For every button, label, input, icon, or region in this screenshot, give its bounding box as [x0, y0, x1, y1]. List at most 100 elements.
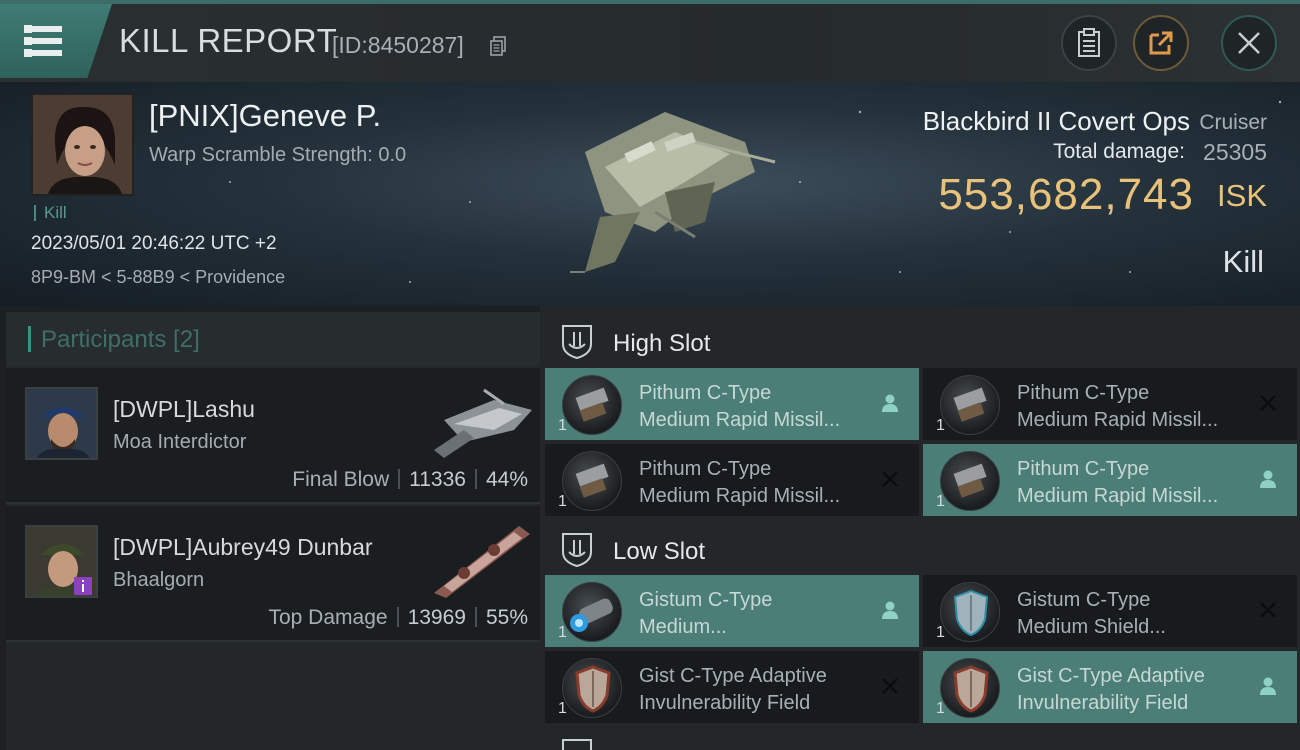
close-icon: [1238, 32, 1260, 54]
module-name: Gistum C-Type Medium Shield...: [1017, 587, 1166, 641]
participant-ship-image: [434, 388, 532, 458]
module-quantity: 1: [936, 417, 945, 434]
pilot-icon: [879, 392, 901, 414]
module-name-line1: Gist C-Type Adaptive: [639, 665, 827, 687]
isk-value: 553,682,743: [938, 170, 1194, 219]
participant-damage: 11336: [409, 468, 466, 491]
module-quantity: 1: [558, 700, 567, 717]
module-item[interactable]: 1 Gistum C-Type Medium Shield...: [923, 575, 1297, 647]
module-name: Gist C-Type Adaptive Invulnerability Fie…: [639, 663, 827, 717]
participant-stats: Final Blow 11336 44%: [292, 468, 528, 492]
module-quantity: 1: [558, 417, 567, 434]
high-slot-icon: [562, 325, 592, 360]
module-item[interactable]: 1 Gistum C-Type Medium...: [545, 575, 919, 647]
participant-percent: 44%: [485, 468, 528, 491]
participant-percent: 55%: [485, 606, 528, 629]
module-quantity: 1: [936, 493, 945, 510]
module-name-line1: Gistum C-Type: [639, 589, 773, 611]
kill-datetime: 2023/05/01 20:46:22 UTC +2: [31, 233, 277, 254]
pilot-icon: [879, 599, 901, 621]
participants-header: Participants [2]: [6, 312, 540, 366]
ship-image: [570, 112, 776, 273]
participant-name[interactable]: [DWPL]Lashu: [113, 396, 255, 423]
share-icon: [1149, 31, 1173, 55]
menu-icon-bar: [24, 49, 62, 57]
participant-stats: Top Damage 13969 55%: [268, 606, 528, 630]
module-item[interactable]: 1 Pithum C-Type Medium Rapid Missil...: [545, 444, 919, 516]
module-name: Pithum C-Type Medium Rapid Missil...: [639, 456, 840, 510]
header-accent: [28, 326, 31, 352]
module-name-line2: Medium...: [639, 616, 727, 638]
module-name-line2: Medium Shield...: [1017, 616, 1166, 638]
participant-portrait: [27, 389, 96, 458]
module-quantity: 1: [936, 700, 945, 717]
victim-summary: [PNIX]Geneve P. Warp Scramble Strength: …: [0, 82, 1300, 306]
low-slot-title: Low Slot: [613, 538, 706, 565]
module-item[interactable]: 1 Pithum C-Type Medium Rapid Missil...: [923, 368, 1297, 440]
kill-tag: Kill: [34, 204, 67, 221]
participant-ship: Moa Interdictor: [113, 431, 247, 453]
module-item[interactable]: 1 Pithum C-Type Medium Rapid Missil...: [923, 444, 1297, 516]
module-name-line1: Gistum C-Type: [1017, 589, 1151, 611]
share-button[interactable]: [1133, 15, 1189, 71]
top-bar: KILL REPORT [ID:8450287]: [0, 0, 1300, 82]
module-name: Pithum C-Type Medium Rapid Missil...: [1017, 380, 1218, 434]
clipboard-button[interactable]: [1061, 15, 1117, 71]
page-title: KILL REPORT: [119, 22, 338, 59]
destroyed-icon: [1257, 392, 1279, 414]
warp-scramble-strength: Warp Scramble Strength: 0.0: [149, 144, 407, 166]
participant-row[interactable]: [DWPL]Lashu Moa Interdictor Final Blow 11…: [6, 368, 540, 504]
ship-class: Cruiser: [1199, 111, 1267, 134]
menu-icon: [24, 25, 62, 33]
module-quantity: 1: [936, 624, 945, 641]
module-name-line2: Invulnerability Field: [639, 692, 811, 714]
module-name-line1: Gist C-Type Adaptive: [1017, 665, 1205, 687]
participant-row[interactable]: [DWPL]Aubrey49 Dunbar Bhaalgorn Top Dama…: [6, 506, 540, 642]
kill-location[interactable]: 8P9-BM < 5-88B9 < Providence: [31, 267, 285, 288]
participant-ship-image: [434, 526, 530, 598]
module-item[interactable]: 1 Gist C-Type Adaptive Invulnerability F…: [545, 651, 919, 723]
shield-extender-icon: [940, 582, 1000, 642]
module-name: Pithum C-Type Medium Rapid Missil...: [639, 380, 840, 434]
victim-portrait[interactable]: [31, 93, 134, 196]
module-quantity: 1: [558, 493, 567, 510]
module-name-line2: Medium Rapid Missil...: [1017, 485, 1219, 507]
invulnerability-field-icon: [562, 658, 622, 718]
shield-booster-icon: [562, 582, 622, 642]
participant-ship: Bhaalgorn: [113, 569, 205, 591]
fitting-panel: High Slot 1 Pithum C-Type Medium Rapid M…: [540, 306, 1300, 750]
high-slot-title: High Slot: [613, 330, 711, 357]
participants-panel: Participants [2] [DWPL]Lashu Moa Interdi…: [6, 312, 540, 750]
module-name: Gistum C-Type Medium...: [639, 587, 772, 641]
mid-slot-header: [540, 730, 1300, 750]
module-name-line2: Invulnerability Field: [1017, 692, 1189, 714]
launcher-icon: [940, 375, 1000, 435]
participant-role: Final Blow: [292, 468, 390, 491]
report-id: [ID:8450287]: [332, 32, 464, 58]
module-item[interactable]: 1 Pithum C-Type Medium Rapid Missil...: [545, 368, 919, 440]
participant-role: Top Damage: [268, 606, 388, 629]
module-name: Gist C-Type Adaptive Invulnerability Fie…: [1017, 663, 1205, 717]
participant-name[interactable]: [DWPL]Aubrey49 Dunbar: [113, 534, 373, 561]
high-slot-header: High Slot: [540, 310, 1300, 370]
launcher-icon: [562, 375, 622, 435]
low-slot-icon: [562, 533, 592, 568]
victim-name[interactable]: [PNIX]Geneve P.: [149, 98, 381, 134]
module-name-line2: Medium Rapid Missil...: [639, 485, 841, 507]
module-name-line2: Medium Rapid Missil...: [1017, 409, 1219, 431]
copy-icon[interactable]: [490, 36, 506, 56]
low-slot-header: Low Slot: [540, 518, 1300, 578]
module-name-line1: Pithum C-Type: [1017, 458, 1150, 480]
ship-name[interactable]: Blackbird II Covert Ops: [923, 106, 1190, 137]
close-button[interactable]: [1221, 15, 1277, 71]
menu-button[interactable]: [0, 4, 112, 78]
module-name-line1: Pithum C-Type: [1017, 382, 1150, 404]
module-item[interactable]: 1 Gist C-Type Adaptive Invulnerability F…: [923, 651, 1297, 723]
info-badge-icon: [74, 577, 92, 595]
module-name-line1: Pithum C-Type: [639, 382, 772, 404]
clipboard-icon: [1078, 28, 1100, 57]
victim-avatar: [33, 95, 132, 194]
destroyed-icon: [879, 675, 901, 697]
isk-unit: ISK: [1217, 178, 1267, 213]
participant-damage: 13969: [407, 606, 466, 629]
